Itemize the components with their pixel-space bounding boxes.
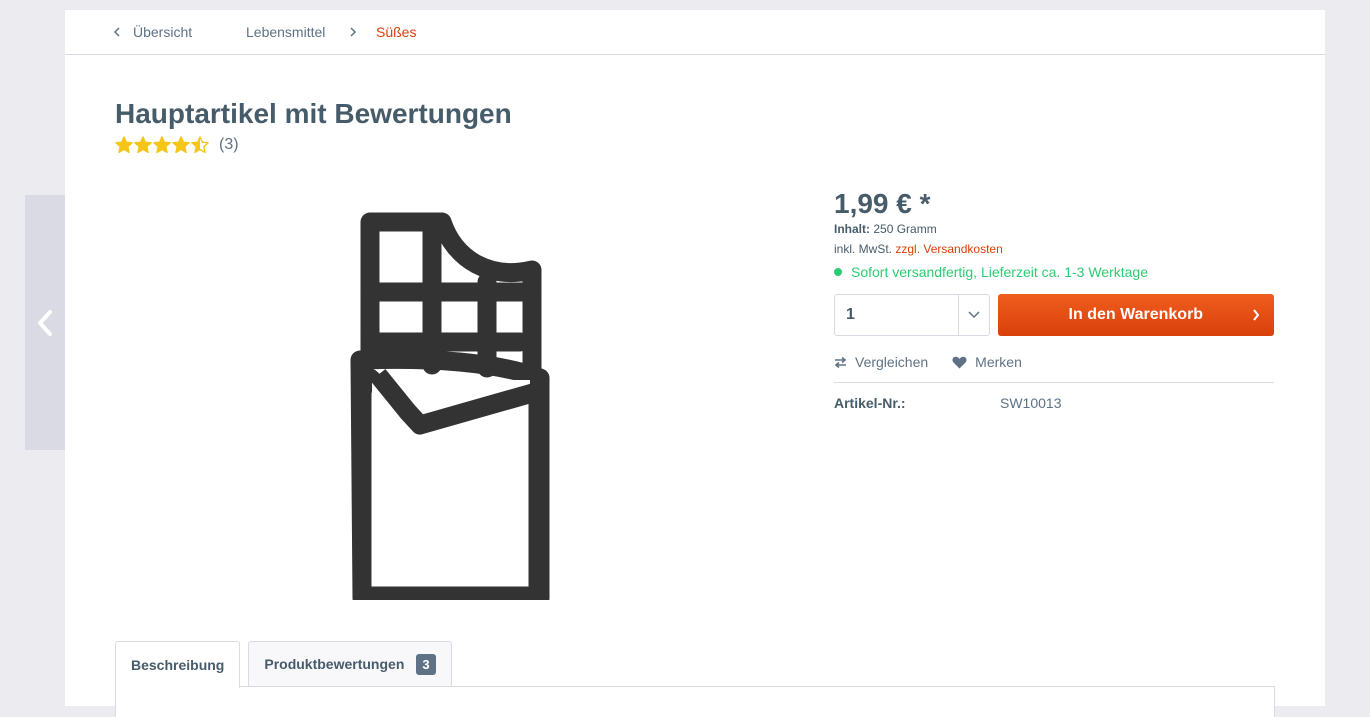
breadcrumb: Übersicht Lebensmittel Süßes xyxy=(65,10,1325,55)
quantity-select[interactable]: 1 xyxy=(834,294,990,336)
product-rating[interactable]: (3) xyxy=(115,136,239,154)
rating-stars xyxy=(115,136,209,154)
compare-arrows-icon xyxy=(834,356,847,368)
sku-label: Artikel-Nr.: xyxy=(834,395,906,411)
tab-reviews[interactable]: Produktbewertungen 3 xyxy=(248,641,452,686)
main-content: Übersicht Lebensmittel Süßes Hauptartike… xyxy=(65,10,1325,717)
shipping-costs-link[interactable]: zzgl. Versandkosten xyxy=(895,242,1002,256)
product-price: 1,99 € * xyxy=(834,188,931,219)
add-to-cart-button[interactable]: In den Warenkorb xyxy=(997,294,1274,336)
product-actions: Vergleichen Merken xyxy=(834,350,1274,383)
tax-text: inkl. MwSt. xyxy=(834,242,893,256)
buybox: 1,99 € * Inhalt: 250 Gramm inkl. MwSt. z… xyxy=(834,188,1274,413)
star-full-icon xyxy=(172,136,190,154)
chevron-right-icon xyxy=(1252,294,1260,336)
product-tabs: Beschreibung Produktbewertungen 3 xyxy=(115,641,452,688)
star-full-icon xyxy=(115,136,133,154)
delivery-status-dot xyxy=(834,268,842,276)
breadcrumb-item-lebensmittel[interactable]: Lebensmittel xyxy=(246,10,325,54)
tab-panel xyxy=(115,686,1275,717)
quantity-value: 1 xyxy=(846,306,855,323)
tax-info: inkl. MwSt. zzgl. Versandkosten xyxy=(834,238,1274,260)
compare-button[interactable]: Vergleichen xyxy=(834,354,928,370)
chevron-down-icon xyxy=(957,295,989,335)
content-info: Inhalt: 250 Gramm xyxy=(834,220,1274,238)
star-full-icon xyxy=(153,136,171,154)
tab-reviews-label: Produktbewertungen xyxy=(264,656,405,672)
tab-description[interactable]: Beschreibung xyxy=(115,641,241,688)
delivery-info: Sofort versandfertig, Lieferzeit ca. 1-3… xyxy=(834,260,1274,284)
buy-row: 1 In den Warenkorb xyxy=(834,294,1274,336)
remember-label: Merken xyxy=(975,354,1022,370)
chevron-left-icon xyxy=(113,27,120,37)
star-full-icon xyxy=(134,136,152,154)
previous-product-button[interactable] xyxy=(25,195,65,450)
back-label: Übersicht xyxy=(133,24,193,40)
chevron-right-icon xyxy=(349,10,357,54)
content-label: Inhalt: xyxy=(834,222,870,236)
sku-row: Artikel-Nr.: SW10013 xyxy=(834,393,1274,413)
tab-description-label: Beschreibung xyxy=(131,657,225,673)
remember-button[interactable]: Merken xyxy=(952,354,1022,370)
sku-value: SW10013 xyxy=(1000,395,1062,411)
content-value: 250 Gramm xyxy=(873,222,937,236)
chevron-left-icon xyxy=(38,309,52,336)
delivery-text: Sofort versandfertig, Lieferzeit ca. 1-3… xyxy=(851,264,1148,280)
rating-count: (3) xyxy=(219,136,239,153)
product-title: Hauptartikel mit Bewertungen xyxy=(115,98,512,129)
reviews-count-badge: 3 xyxy=(416,653,436,675)
heart-icon xyxy=(952,356,967,368)
breadcrumb-item-suesses[interactable]: Süßes xyxy=(376,10,416,54)
add-to-cart-label: In den Warenkorb xyxy=(1068,306,1204,323)
product-image[interactable] xyxy=(350,210,550,608)
compare-label: Vergleichen xyxy=(855,354,929,370)
back-to-overview-link[interactable]: Übersicht xyxy=(113,10,192,54)
chocolate-bar-icon xyxy=(350,212,550,608)
star-half-icon xyxy=(191,136,209,154)
